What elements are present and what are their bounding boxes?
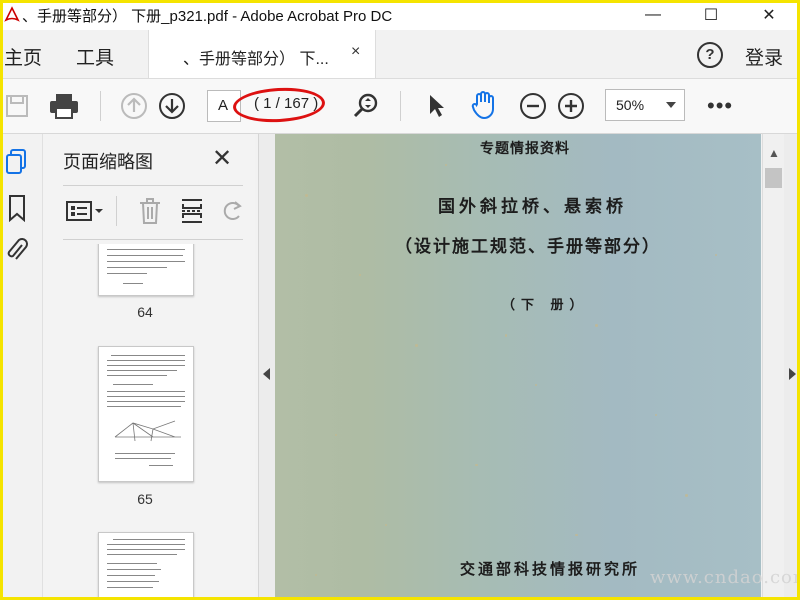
chevron-right-icon	[789, 368, 796, 380]
thumbnail-page-number: 64	[137, 304, 153, 320]
page-up-icon[interactable]	[119, 91, 149, 121]
chevron-down-icon	[666, 102, 676, 108]
document-tab-label: 、手册等部分） 下...	[183, 51, 329, 68]
chevron-left-icon	[263, 368, 270, 380]
attachments-icon[interactable]	[4, 236, 30, 264]
title-bar: 、手册等部分） 下册_p321.pdf - Adobe Acrobat Pro …	[0, 0, 800, 30]
panel-close-icon[interactable]: ✕	[212, 144, 232, 173]
scroll-up-icon[interactable]: ▲	[768, 146, 780, 160]
delete-page-icon[interactable]	[137, 196, 163, 231]
thumbnail-list: 64 65	[63, 244, 249, 600]
zoom-level-select[interactable]: 50%	[605, 89, 685, 121]
thumbnail-options-icon[interactable]	[65, 198, 105, 229]
menu-bar: 主页 工具 、手册等部分） 下... × ? 登录	[0, 30, 800, 79]
collapse-right-panel-handle[interactable]	[784, 134, 800, 600]
print-icon[interactable]	[48, 91, 80, 121]
toolbar: A ( 1 / 167 ) 50% •••	[0, 79, 800, 134]
document-subtitle: （设计施工规范、手册等部分）	[395, 237, 661, 257]
panel-toolbar	[63, 194, 253, 230]
document-page: 专题情报资料 国外斜拉桥、悬索桥 （设计施工规范、手册等部分） （下 册） 交通…	[275, 134, 761, 600]
thumbnail-diagram	[114, 420, 181, 442]
thumbnail-page[interactable]	[98, 532, 194, 600]
page-thumbnails-icon[interactable]	[4, 148, 30, 176]
collapse-left-panel-handle[interactable]	[258, 134, 275, 600]
window-title: 、手册等部分） 下册_p321.pdf - Adobe Acrobat Pro …	[22, 8, 393, 25]
panel-title: 页面缩略图	[63, 152, 153, 172]
document-scrollbar[interactable]: ▲	[762, 134, 785, 600]
page-down-icon[interactable]	[157, 91, 187, 121]
page-thumbnails-panel: 页面缩略图 ✕ 64 65	[42, 134, 255, 600]
zoom-in-icon[interactable]	[556, 91, 586, 121]
extract-pages-icon[interactable]	[179, 196, 205, 231]
navigation-rail	[0, 134, 40, 600]
zoom-search-icon[interactable]	[351, 91, 381, 121]
document-publisher: 交通部科技情报研究所	[460, 560, 641, 578]
tools-tab[interactable]: 工具	[76, 43, 114, 70]
minimize-button[interactable]: —	[630, 0, 676, 30]
zoom-level-value: 50%	[616, 97, 645, 113]
rotate-page-icon[interactable]	[219, 196, 245, 231]
panel-divider	[63, 239, 243, 240]
acrobat-app-icon	[4, 6, 20, 24]
thumbnail-page[interactable]	[98, 244, 194, 296]
thumbnail-page[interactable]	[98, 346, 194, 482]
watermark: www.cndao.com	[650, 567, 800, 588]
bookmarks-icon[interactable]	[4, 194, 30, 222]
help-icon[interactable]: ?	[697, 42, 723, 68]
panel-divider	[63, 185, 243, 186]
save-icon[interactable]	[4, 91, 30, 121]
document-volume: （下 册）	[502, 298, 589, 313]
thumbnail-page-number: 65	[137, 491, 153, 507]
login-button[interactable]: 登录	[745, 43, 783, 70]
maximize-button[interactable]: ☐	[688, 0, 734, 30]
close-window-button[interactable]: ✕	[746, 0, 792, 30]
home-tab[interactable]: 主页	[4, 43, 42, 70]
document-view[interactable]: 专题情报资料 国外斜拉桥、悬索桥 （设计施工规范、手册等部分） （下 册） 交通…	[275, 134, 761, 600]
toolbar-separator	[400, 91, 401, 121]
document-header: 专题情报资料	[480, 141, 570, 157]
select-arrow-icon[interactable]	[424, 91, 448, 121]
hand-tool-icon[interactable]	[470, 89, 500, 121]
toolbar-separator	[100, 91, 101, 121]
scrollbar-thumb[interactable]	[765, 168, 782, 188]
more-tools-icon[interactable]: •••	[707, 93, 733, 119]
document-title: 国外斜拉桥、悬索桥	[438, 197, 627, 217]
document-tab-close-icon[interactable]: ×	[351, 43, 360, 61]
zoom-out-icon[interactable]	[518, 91, 548, 121]
panel-tool-separator	[116, 196, 117, 226]
document-tab[interactable]: 、手册等部分） 下... ×	[148, 30, 376, 78]
